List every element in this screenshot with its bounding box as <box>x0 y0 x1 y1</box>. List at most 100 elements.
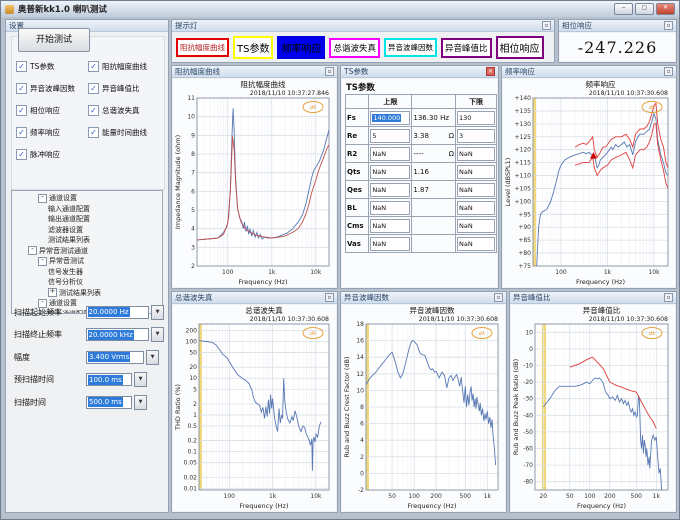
thd-caption-label: 总谐波失真 <box>175 292 325 303</box>
tree-item[interactable]: -通道设置 <box>12 193 162 204</box>
ts-lower-value: 3 <box>459 132 463 140</box>
dropdown-arrow-icon[interactable]: ▼ <box>146 350 159 365</box>
ts-row-R2: R2NaN----ΩNaN <box>346 145 497 163</box>
svg-text:+135: +135 <box>515 108 532 115</box>
ts-lower-input[interactable]: NaN <box>457 147 495 161</box>
test-checkbox-能量时间曲线[interactable]: ✓能量时间曲线 <box>88 126 147 138</box>
ts-lower-value: NaN <box>459 150 473 158</box>
svg-text:6: 6 <box>360 421 364 428</box>
collapse-icon[interactable]: - <box>38 194 47 203</box>
tree-item[interactable]: 信号发生器 <box>12 267 162 278</box>
ts-lower-input[interactable]: NaN <box>457 237 495 251</box>
test-checkbox-频率响应[interactable]: ✓频率响应 <box>16 126 60 138</box>
ts-upper-input[interactable]: 140.000 <box>370 111 410 125</box>
indicator-light-总谐波失真[interactable]: 总谐波失真 <box>329 38 380 58</box>
svg-text:+100: +100 <box>515 198 532 205</box>
field-input[interactable]: 3.400 Vrms <box>86 351 144 364</box>
svg-text:+140: +140 <box>515 95 532 102</box>
collapse-icon[interactable]: - <box>28 246 37 255</box>
test-checkbox-异音峰值比[interactable]: ✓异音峰值比 <box>88 82 140 94</box>
svg-text:50: 50 <box>189 350 197 357</box>
ts-measured-value: 3.38 <box>413 132 429 140</box>
indicator-light-异音波峰因数[interactable]: 异音波峰因数 <box>384 38 437 57</box>
svg-text:+85: +85 <box>518 237 531 244</box>
tree-item[interactable]: -异常音测试通道 <box>12 246 162 257</box>
tree-item[interactable]: 输入通道配置 <box>12 204 162 215</box>
indicator-light-阻抗幅度曲线[interactable]: 阻抗幅度曲线 <box>176 38 229 57</box>
ts-upper-value: 5 <box>372 132 376 140</box>
ts-upper-input[interactable]: 5 <box>370 129 410 143</box>
svg-text:Frequency (Hz): Frequency (Hz) <box>407 502 456 510</box>
test-checkbox-总谐波失真[interactable]: ✓总谐波失真 <box>88 104 140 116</box>
crest-dock-icon[interactable]: ▫ <box>494 293 503 302</box>
tree-item[interactable]: 测试结果列表 <box>12 235 162 246</box>
svg-text:-80: -80 <box>523 479 533 486</box>
ts-table-title: TS参数 <box>346 81 497 93</box>
freqresp-dock-icon[interactable]: ▫ <box>664 67 673 76</box>
svg-text:3: 3 <box>191 244 195 251</box>
impedance-caption-label: 阻抗幅度曲线 <box>175 66 325 77</box>
minimize-button[interactable]: ‒ <box>614 3 633 15</box>
checkbox-check-icon: ✓ <box>16 61 27 72</box>
dropdown-arrow-icon[interactable]: ▼ <box>151 305 164 320</box>
field-input[interactable]: 100.0 ms <box>86 373 132 386</box>
phase-panel: 相位响应 ▫ -247.226 <box>558 19 677 63</box>
maximize-button[interactable]: ▢ <box>635 3 654 15</box>
ts-upper-input[interactable]: NaN <box>370 219 410 233</box>
ts-lower-cell: NaN <box>455 199 496 217</box>
ts-upper-input[interactable]: NaN <box>370 237 410 251</box>
tree-item[interactable]: 信号分析仪 <box>12 277 162 288</box>
ts-upper-input[interactable]: NaN <box>370 165 410 179</box>
indicator-light-频率响应[interactable]: 频率响应 <box>277 36 325 59</box>
thd-dock-icon[interactable]: ▫ <box>325 293 334 302</box>
phase-dock-icon[interactable]: ▫ <box>664 21 673 30</box>
indicator-light-TS参数[interactable]: TS参数 <box>233 36 273 59</box>
ts-upper-input[interactable]: NaN <box>370 147 410 161</box>
svg-text:4: 4 <box>360 437 364 444</box>
test-checkbox-异音波峰因数[interactable]: ✓异音波峰因数 <box>16 82 75 94</box>
test-checkbox-阻抗幅度曲线[interactable]: ✓阻抗幅度曲线 <box>88 60 147 72</box>
close-button[interactable]: ✕ <box>656 3 675 15</box>
svg-text:+95: +95 <box>518 211 531 218</box>
expand-icon[interactable]: + <box>48 288 57 297</box>
ts-upper-value: NaN <box>372 186 386 194</box>
peakratio-dock-icon[interactable]: ▫ <box>664 293 673 302</box>
ts-close-icon[interactable]: × <box>486 67 495 76</box>
collapse-icon[interactable]: - <box>38 257 47 266</box>
svg-text:dk: dk <box>310 331 317 337</box>
field-value: 20.0000 Hz <box>88 307 130 317</box>
ts-lower-input[interactable]: NaN <box>457 183 495 197</box>
tree-item[interactable]: -异常音测试 <box>12 256 162 267</box>
ts-lower-input[interactable]: NaN <box>457 201 495 215</box>
tree-item-label: 测试结果列表 <box>48 235 90 245</box>
ts-lower-input[interactable]: 3 <box>457 129 495 143</box>
ts-lower-input[interactable]: 130 <box>457 111 495 125</box>
indicator-light-异音峰值比[interactable]: 异音峰值比 <box>441 38 492 58</box>
tree-item[interactable]: 输出通道配置 <box>12 214 162 225</box>
test-checkbox-脉冲响应[interactable]: ✓脉冲响应 <box>16 148 60 160</box>
field-input[interactable]: 20.0000 kHz <box>86 328 150 341</box>
impedance-dock-icon[interactable]: ▫ <box>325 67 334 76</box>
ts-upper-input[interactable]: NaN <box>370 183 410 197</box>
ts-upper-input[interactable]: NaN <box>370 201 410 215</box>
start-test-button[interactable]: 开始测试 <box>18 28 90 52</box>
tree-item-label: 异常音测试通道 <box>39 246 88 256</box>
indicator-light-相位响应[interactable]: 相位响应 <box>496 36 544 59</box>
ts-lower-input[interactable]: NaN <box>457 219 495 233</box>
test-checkbox-相位响应[interactable]: ✓相位响应 <box>16 104 60 116</box>
dropdown-arrow-icon[interactable]: ▼ <box>134 395 147 410</box>
lights-dock-icon[interactable]: ▫ <box>542 21 551 30</box>
tree-item[interactable]: 滤波器设置 <box>12 225 162 236</box>
thd-panel: 总谐波失真▫1001k10k0.010.020.050.10.20.512510… <box>171 291 338 513</box>
dropdown-arrow-icon[interactable]: ▼ <box>134 372 147 387</box>
dropdown-arrow-icon[interactable]: ▼ <box>151 327 164 342</box>
test-checkbox-TS参数[interactable]: ✓TS参数 <box>16 60 54 72</box>
field-input[interactable]: 20.0000 Hz <box>86 306 150 319</box>
ts-lower-input[interactable]: NaN <box>457 165 495 179</box>
field-input[interactable]: 500.0 ms <box>86 396 132 409</box>
tree-item[interactable]: +测试结果列表 <box>12 288 162 299</box>
svg-text:6: 6 <box>191 188 195 195</box>
phase-value: -247.226 <box>560 33 675 61</box>
svg-text:8: 8 <box>191 151 195 158</box>
ts-table-body: TS参数 上限下限Fs140.000136.30 Hz130Re53.38Ω3R… <box>342 79 497 287</box>
